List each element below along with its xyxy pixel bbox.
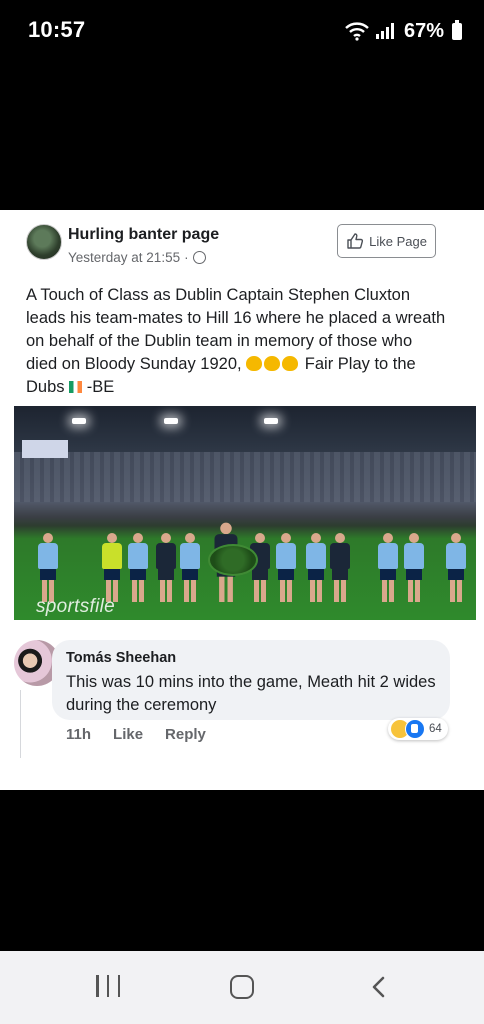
post-meta: Yesterday at 21:55 · bbox=[68, 250, 206, 265]
player-figure bbox=[404, 533, 424, 602]
like-page-button[interactable]: Like Page bbox=[337, 224, 436, 258]
thumbs-up-icon bbox=[347, 233, 364, 249]
clapping-hands-icon bbox=[282, 356, 299, 371]
player-figure bbox=[180, 533, 200, 602]
comment-author[interactable]: Tomás Sheehan bbox=[66, 650, 176, 666]
post-text-signoff: -BE bbox=[82, 378, 115, 396]
clapping-hands-icon bbox=[264, 356, 281, 371]
player-figure bbox=[38, 533, 58, 602]
like-reaction-icon bbox=[405, 719, 425, 739]
player-figure bbox=[446, 533, 466, 602]
comment-reply-button[interactable]: Reply bbox=[165, 726, 206, 743]
page-avatar[interactable] bbox=[26, 224, 62, 260]
status-icons: 67% bbox=[344, 18, 462, 44]
player-figure bbox=[128, 533, 148, 602]
player-figure bbox=[156, 533, 176, 602]
android-nav-bar bbox=[0, 951, 484, 1024]
comment-bubble: Tomás Sheehan This was 10 mins into the … bbox=[52, 640, 450, 720]
reaction-count: 64 bbox=[429, 723, 442, 735]
ireland-flag-icon bbox=[69, 381, 83, 393]
comment-time[interactable]: 11h bbox=[66, 726, 91, 743]
wreath bbox=[208, 544, 258, 576]
floodlight bbox=[72, 418, 86, 424]
page-name-link[interactable]: Hurling banter page bbox=[68, 226, 219, 244]
facebook-post-card: Hurling banter page Yesterday at 21:55 ·… bbox=[0, 210, 484, 790]
battery-percent: 67% bbox=[403, 19, 444, 42]
meta-separator: · bbox=[184, 250, 189, 265]
status-time: 10:57 bbox=[28, 17, 86, 42]
player-figure bbox=[306, 533, 326, 602]
player-figure bbox=[276, 533, 296, 602]
comment-text: This was 10 mins into the game, Meath hi… bbox=[66, 673, 436, 714]
photo-watermark: sportsfile bbox=[36, 596, 116, 617]
player-figure bbox=[330, 533, 350, 602]
comment-like-button[interactable]: Like bbox=[113, 726, 143, 743]
comment-reactions[interactable]: 64 bbox=[388, 718, 448, 740]
comment-actions: 11h Like Reply bbox=[66, 726, 206, 743]
stadium-scoreboard bbox=[22, 440, 68, 458]
post-photo[interactable]: sportsfile bbox=[14, 406, 476, 620]
like-page-label: Like Page bbox=[369, 233, 427, 249]
player-figure bbox=[378, 533, 398, 602]
post-timestamp[interactable]: Yesterday at 21:55 bbox=[68, 250, 180, 265]
signal-icon bbox=[375, 23, 394, 39]
post-text: A Touch of Class as Dublin Captain Steph… bbox=[26, 284, 446, 399]
floodlight bbox=[264, 418, 278, 424]
post-content: Hurling banter page Yesterday at 21:55 ·… bbox=[14, 210, 476, 790]
thread-line bbox=[20, 690, 21, 758]
battery-icon bbox=[452, 19, 462, 40]
back-icon[interactable] bbox=[368, 975, 392, 999]
status-bar: 10:57 67% bbox=[0, 0, 484, 64]
player-figure bbox=[102, 533, 122, 602]
clapping-hands-icon bbox=[246, 356, 263, 371]
wifi-icon bbox=[345, 22, 369, 41]
floodlight bbox=[164, 418, 178, 424]
stadium-stand bbox=[14, 452, 476, 502]
globe-icon bbox=[192, 251, 206, 264]
home-icon[interactable] bbox=[230, 975, 254, 999]
recents-icon[interactable] bbox=[96, 975, 120, 999]
